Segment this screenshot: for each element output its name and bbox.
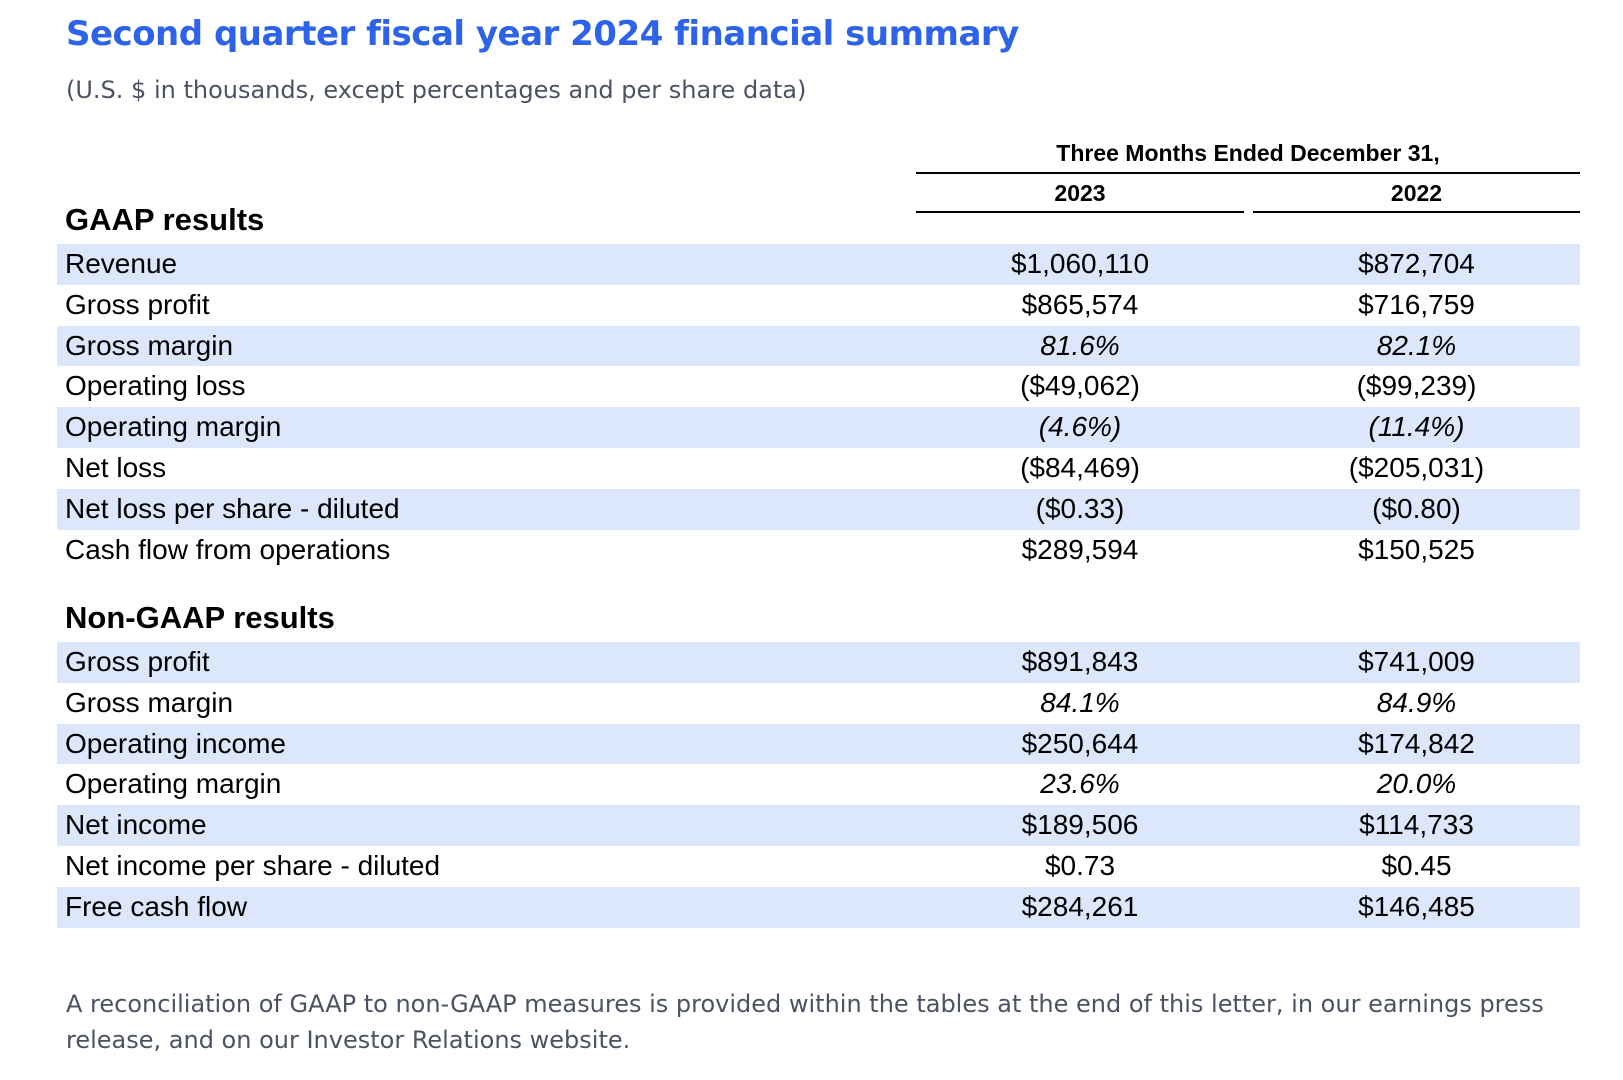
table-row: Operating loss ($49,062) ($99,239) (57, 366, 1580, 407)
row-label: Gross profit (65, 646, 210, 677)
table-row: Net loss per share - diluted ($0.33) ($0.8… (57, 488, 1580, 530)
table-row: Gross margin 81.6% 82.1% (57, 325, 1580, 367)
row-label: Operating income (65, 727, 287, 759)
page-title: Second quarter fiscal year 2024 financia… (66, 14, 1019, 54)
cell-2023: 81.6% (1040, 329, 1120, 361)
row-label: Net loss per share - diluted (65, 492, 400, 524)
table-row: Revenue $1,060,110 $872,704 (57, 244, 1580, 285)
table-row: Net income $189,506 $114,733 (57, 805, 1580, 846)
column-header-rule-2023 (916, 211, 1244, 213)
cell-2022: ($205,031) (1348, 451, 1485, 483)
cell-2022: 84.9% (1376, 686, 1457, 718)
cell-2023: $250,644 (1021, 727, 1139, 759)
cell-2022: ($0.80) (1372, 492, 1461, 524)
table-row: Operating margin (4.6%) (11.4%) (57, 407, 1580, 448)
cell-2023: ($0.33) (1035, 492, 1125, 524)
row-label: Net loss (65, 451, 167, 483)
table-row: Gross profit $865,574 $716,759 (57, 285, 1580, 326)
cell-2023: 84.1% (1040, 686, 1120, 718)
cell-2023: $189,506 (1021, 809, 1139, 841)
cell-2023: $289,594 (1021, 533, 1139, 565)
cell-2022: 20.0% (1376, 768, 1457, 800)
cell-2022: $114,733 (1359, 809, 1474, 841)
column-header-rule-2022 (1253, 211, 1580, 213)
row-label: Revenue (65, 248, 178, 279)
cell-2022: $872,704 (1358, 248, 1475, 279)
cell-2023: $891,843 (1021, 646, 1139, 677)
row-label: Operating loss (65, 370, 246, 402)
cell-2022: $741,009 (1358, 646, 1475, 677)
row-label: Gross margin (65, 686, 234, 718)
table-row: Operating income $250,644 $174,842 (57, 723, 1580, 765)
row-label: Net income (65, 809, 207, 841)
cell-2022: ($99,239) (1356, 370, 1477, 402)
row-label: Gross profit (65, 288, 210, 320)
cell-2022: 82.1% (1376, 329, 1457, 361)
cell-2023: ($49,062) (1020, 370, 1140, 402)
financial-summary-page: Second quarter fiscal year 2024 financia… (0, 0, 1623, 1080)
cell-2023: $865,574 (1021, 288, 1139, 320)
reconciliation-footnote: A reconciliation of GAAP to non-GAAP mea… (66, 990, 1544, 1054)
period-header-rule (916, 172, 1580, 174)
cell-2023: (4.6%) (1038, 411, 1122, 443)
cell-2022: $146,485 (1358, 890, 1475, 922)
section-title-non-gaap: Non-GAAP results (65, 600, 335, 635)
row-label: Operating margin (65, 411, 282, 443)
table-row: Gross profit $891,843 $741,009 (57, 642, 1580, 683)
cell-2023: ($84,469) (1020, 451, 1140, 483)
row-label: Cash flow from operations (65, 533, 391, 565)
cell-2023: $0.73 (1044, 849, 1116, 881)
cell-2022: $716,759 (1358, 288, 1475, 320)
row-label: Net income per share - diluted (65, 849, 441, 881)
cell-2022: (11.4%) (1368, 411, 1465, 443)
section-title-gaap: GAAP results (65, 202, 265, 237)
table-row: Gross margin 84.1% 84.9% (57, 683, 1580, 724)
table-row: Operating margin 23.6% 20.0% (57, 764, 1580, 805)
gaap-results-table: Revenue $1,060,110 $872,704 Gross profit $86… (57, 244, 1580, 570)
cell-2022: $174,842 (1358, 727, 1475, 759)
cell-2023: $284,261 (1021, 890, 1139, 922)
cell-2022: $150,525 (1358, 533, 1475, 565)
table-row: Net income per share - diluted $0.73 $0.45 (57, 846, 1580, 887)
cell-2023: 23.6% (1040, 768, 1120, 800)
column-header-2023: 2023 (1054, 180, 1106, 206)
table-row: Cash flow from operations $289,594 $150,52… (57, 530, 1580, 571)
non-gaap-results-table: Gross profit $891,843 $741,009 Gross margin… (57, 642, 1580, 928)
table-row: Free cash flow $284,261 $146,485 (57, 886, 1580, 928)
row-label: Operating margin (65, 768, 282, 800)
cell-2023: $1,060,110 (1010, 248, 1150, 279)
row-label: Free cash flow (65, 890, 248, 922)
table-row: Net loss ($84,469) ($205,031) (57, 448, 1580, 489)
cell-2022: $0.45 (1381, 849, 1452, 881)
period-header: Three Months Ended December 31, (1056, 140, 1440, 166)
row-label: Gross margin (65, 329, 234, 361)
page-subtitle: (U.S. $ in thousands, except percentages… (66, 76, 807, 104)
column-header-2022: 2022 (1390, 180, 1443, 206)
